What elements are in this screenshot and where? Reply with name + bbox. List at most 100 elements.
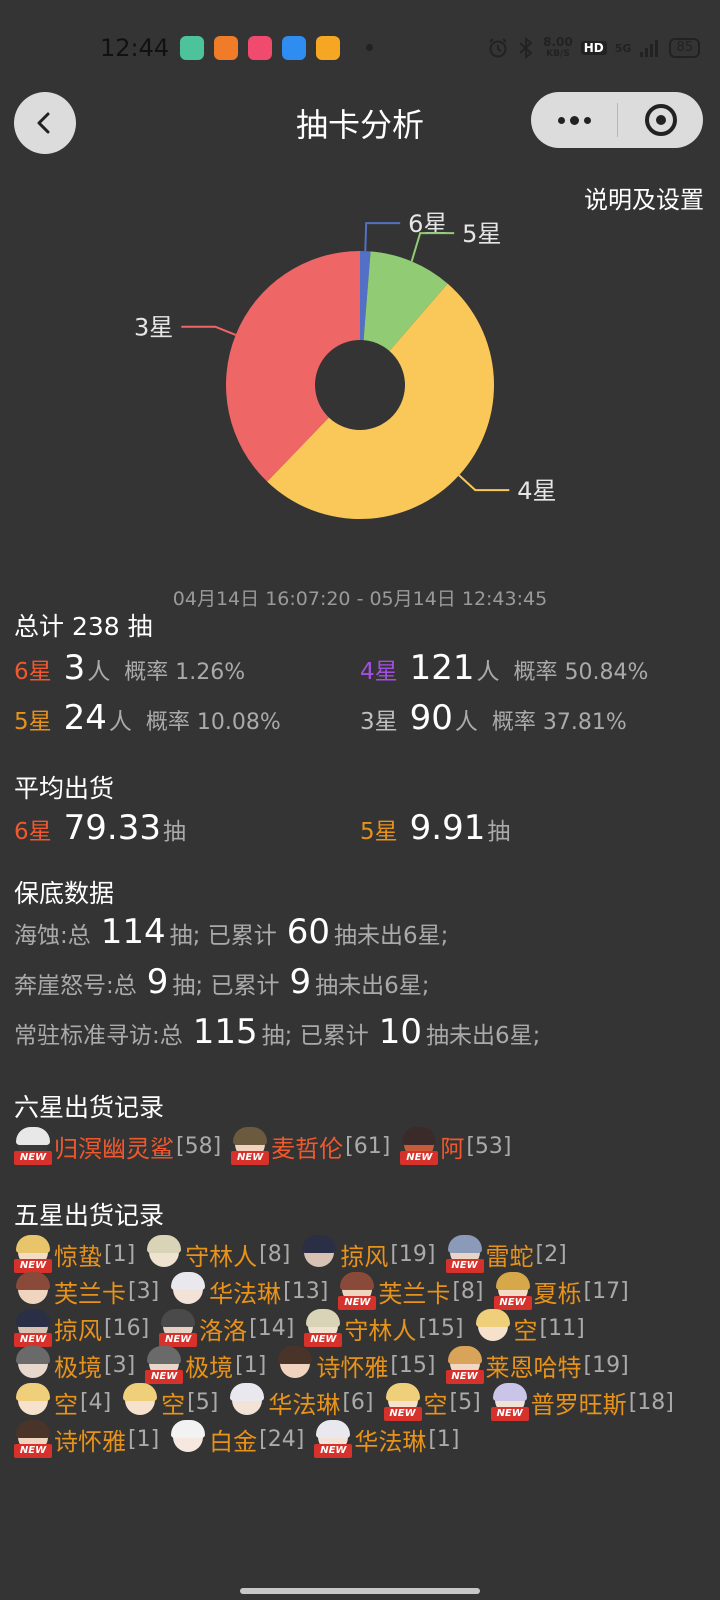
operator-record[interactable]: NEW 守林人 [15] [304,1308,464,1347]
operator-record[interactable]: 白金 [24] [169,1419,304,1458]
avatar-hair [16,1382,50,1401]
stat-unit: 人 [87,659,111,685]
operator-record[interactable]: NEW 麦哲伦 [61] [231,1126,390,1165]
network-speed-value: 8.00 [543,35,573,49]
operator-record[interactable]: NEW 雷蛇 [2] [445,1234,567,1273]
pull-count: [16] [104,1316,150,1341]
pity-tail: 抽未出6星; [333,923,449,949]
new-badge: NEW [14,1150,52,1165]
pie-chart: 6星 5星4星3星 [134,210,557,519]
app-notification-icon [316,36,340,60]
pull-count: [3] [104,1353,136,1378]
stat-count: 24 [63,698,107,738]
operator-record[interactable]: NEW 芙兰卡 [8] [338,1271,484,1310]
stat-star: 3星 [360,709,398,735]
operator-record[interactable]: 空 [4] [14,1382,111,1421]
operator-record[interactable]: NEW 阿 [53] [400,1126,512,1165]
pity-row: 海蚀:总 114 抽; 已累计 60 抽未出6星; [14,912,706,962]
close-program-button[interactable] [618,92,703,148]
operator-avatar: NEW [145,1345,184,1384]
average-row: 6星 79.33 抽 5星 9.91 抽 [14,808,706,864]
operator-record[interactable]: 空 [11] [474,1308,585,1347]
total-label: 总计 238 抽 [14,612,153,641]
pity-count: 60 [286,912,330,952]
operator-record[interactable]: 空 [5] [121,1382,219,1421]
stat-star: 6星 [14,659,52,685]
six-star-records: 六星出货记录 NEW 归溟幽灵鲨 [58] NEW 麦哲伦 [61] NEW 阿 [53] [14,1090,706,1165]
operator-record[interactable]: NEW 华法琳 [1] [314,1419,460,1458]
operator-record[interactable]: NEW 洛洛 [14] [159,1308,294,1347]
operator-record[interactable]: NEW 空 [5] [383,1382,481,1421]
operator-name: 诗怀雅 [316,1354,389,1382]
stat-unit: 人 [476,659,500,685]
stat-count: 121 [409,648,475,688]
operator-name: 华法琳 [209,1280,282,1308]
operator-avatar: NEW [338,1271,377,1310]
operator-avatar: NEW [14,1126,52,1165]
operator-record[interactable]: NEW 极境 [1] [145,1345,266,1384]
five-star-records: 五星出货记录 NEW 惊蛰 [1] 守林人 [8] 掠风 [19] NEW 雷蛇 [2] 芙兰卡 [3… [14,1198,706,1458]
operator-record[interactable]: NEW 夏栎 [17] [493,1271,629,1310]
operator-name: 极境 [185,1354,234,1382]
operator-avatar [474,1308,512,1347]
operator-avatar [169,1419,207,1458]
operator-record[interactable]: 诗怀雅 [15] [276,1345,436,1384]
operator-record[interactable]: NEW 掠风 [16] [14,1308,150,1347]
operator-record[interactable]: 华法琳 [13] [169,1271,329,1310]
operator-record[interactable]: 极境 [3] [14,1345,136,1384]
pity-mid: 抽; 已累计 [261,1023,369,1049]
operator-avatar: NEW [383,1382,422,1421]
operator-avatar: NEW [493,1271,532,1310]
pie-slices [226,251,494,519]
operator-avatar [14,1382,52,1421]
operator-avatar: NEW [14,1234,52,1273]
operator-name: 守林人 [344,1317,417,1345]
operator-record[interactable]: 守林人 [8] [145,1234,290,1273]
operator-avatar [276,1345,314,1384]
average-unit: 抽 [162,819,186,845]
more-options-button[interactable] [531,92,617,148]
operator-record[interactable]: NEW 诗怀雅 [1] [14,1419,159,1458]
operator-record[interactable]: NEW 莱恩哈特 [19] [445,1345,629,1384]
stat-star: 4星 [360,659,398,685]
pull-count: [58] [176,1134,222,1159]
stat-rate: 概率 37.81% [491,710,627,735]
app-notification-icon [180,36,204,60]
operator-record[interactable]: NEW 普罗旺斯 [18] [490,1382,674,1421]
stat-star: 5星 [14,709,52,735]
operator-avatar [169,1271,207,1310]
avatar-hair [16,1419,50,1438]
avatar-hair [230,1382,265,1401]
operator-name: 芙兰卡 [54,1280,126,1308]
more-dot-icon [557,116,565,124]
pull-count: [53] [466,1134,512,1159]
average-section: 平均出货 6星 79.33 抽 5星 9.91 抽 [14,770,706,864]
operator-record[interactable]: 芙兰卡 [3] [14,1271,160,1310]
pity-mid: 抽; 已累计 [172,973,280,999]
operator-record[interactable]: 掠风 [19] [300,1234,436,1273]
operator-name: 空 [513,1317,538,1345]
operator-record[interactable]: NEW 归溟幽灵鲨 [58] [14,1126,222,1165]
pie-leader-line [364,222,401,252]
pull-count: [5] [187,1390,219,1415]
operator-record[interactable]: NEW 惊蛰 [1] [14,1234,136,1273]
status-indicators: 8.00 KB/S HD 5G 85 [487,36,700,60]
operator-name: 空 [161,1391,186,1419]
pull-count: [1] [428,1427,460,1452]
operator-record[interactable]: 华法琳 [6] [228,1382,374,1421]
operator-avatar [121,1382,159,1421]
avatar-hair [16,1234,50,1253]
bluetooth-icon [519,37,533,59]
pull-count: [15] [418,1316,464,1341]
pull-count: [3] [128,1279,160,1304]
operator-name: 华法琳 [354,1428,427,1456]
operator-avatar [228,1382,266,1421]
pull-count: [13] [283,1279,329,1304]
pull-count: [1] [104,1242,136,1267]
operator-name: 惊蛰 [54,1243,102,1271]
app-notification-icon [282,36,306,60]
home-indicator [240,1588,480,1594]
new-badge: NEW [304,1332,343,1347]
status-app-icons [180,36,340,60]
new-badge: NEW [145,1369,184,1384]
